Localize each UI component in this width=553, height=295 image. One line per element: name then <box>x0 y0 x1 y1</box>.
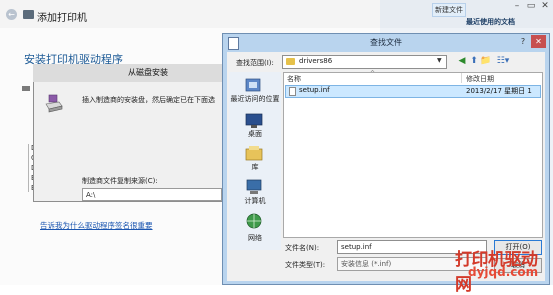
back-nav-icon[interactable]: ◀ <box>456 55 468 67</box>
sort-indicator: ^ <box>370 70 376 77</box>
desktop-icon[interactable] <box>243 112 265 130</box>
watermark-url: dyjqd.com <box>468 265 539 279</box>
column-divider[interactable] <box>461 73 462 83</box>
folder-icon <box>286 58 295 65</box>
chevron-down-icon[interactable]: ▼ <box>437 57 442 64</box>
driver-signing-link[interactable]: 告诉我为什么驱动程序签名很重要 <box>40 220 153 231</box>
place-computer[interactable]: 计算机 <box>229 196 281 206</box>
recent-places-icon[interactable] <box>243 76 265 94</box>
copy-source-input[interactable]: A:\ <box>82 188 222 201</box>
copy-source-label: 制造商文件复制来源(C): <box>82 177 158 185</box>
maximize-button[interactable]: ▭ <box>524 1 538 12</box>
place-desktop[interactable]: 桌面 <box>229 129 281 139</box>
look-in-label: 查找范围(I): <box>236 59 274 67</box>
file-date-cell: 2013/2/17 星期日 1 <box>466 87 532 95</box>
place-network[interactable]: 网络 <box>229 233 281 243</box>
column-header-date[interactable]: 修改日期 <box>466 74 494 84</box>
minimize-button[interactable]: – <box>510 1 524 12</box>
printer-icon <box>23 10 34 19</box>
close-button[interactable]: ✕ <box>538 1 552 12</box>
network-icon[interactable] <box>243 212 265 230</box>
up-folder-icon[interactable]: ⬆ <box>468 55 480 67</box>
view-menu-icon[interactable]: ☷▾ <box>494 55 512 67</box>
computer-icon[interactable] <box>243 178 265 196</box>
help-button[interactable]: ? <box>517 36 529 48</box>
close-button[interactable]: ✕ <box>531 35 546 48</box>
file-name-label: 文件名(N): <box>285 244 320 252</box>
inf-file-icon <box>289 87 296 96</box>
recent-documents-heading: 最近使用的文档 <box>466 18 515 26</box>
small-printer-icon <box>22 86 30 91</box>
window-controls: – ▭ ✕ <box>466 0 553 14</box>
new-folder-button[interactable]: 新建文件 <box>432 3 466 17</box>
new-folder-icon[interactable]: 📁 <box>480 55 492 67</box>
back-button[interactable]: ← <box>6 9 17 20</box>
place-recent[interactable]: 最近访问的位置 <box>229 94 281 104</box>
find-file-title: 查找文件 <box>370 38 402 47</box>
wizard-title: 添加打印机 <box>37 13 87 24</box>
disk-instruction-text: 插入制造商的安装盘，然后确定已在下面选 <box>82 96 215 104</box>
disk-install-icon <box>45 94 63 113</box>
look-in-value: drivers86 <box>299 57 333 65</box>
place-library[interactable]: 库 <box>229 162 281 172</box>
library-icon[interactable] <box>243 144 265 162</box>
column-header-name[interactable]: 名称 <box>287 74 301 84</box>
file-type-label: 文件类型(T): <box>285 261 326 269</box>
file-name-cell[interactable]: setup.inf <box>299 86 330 94</box>
